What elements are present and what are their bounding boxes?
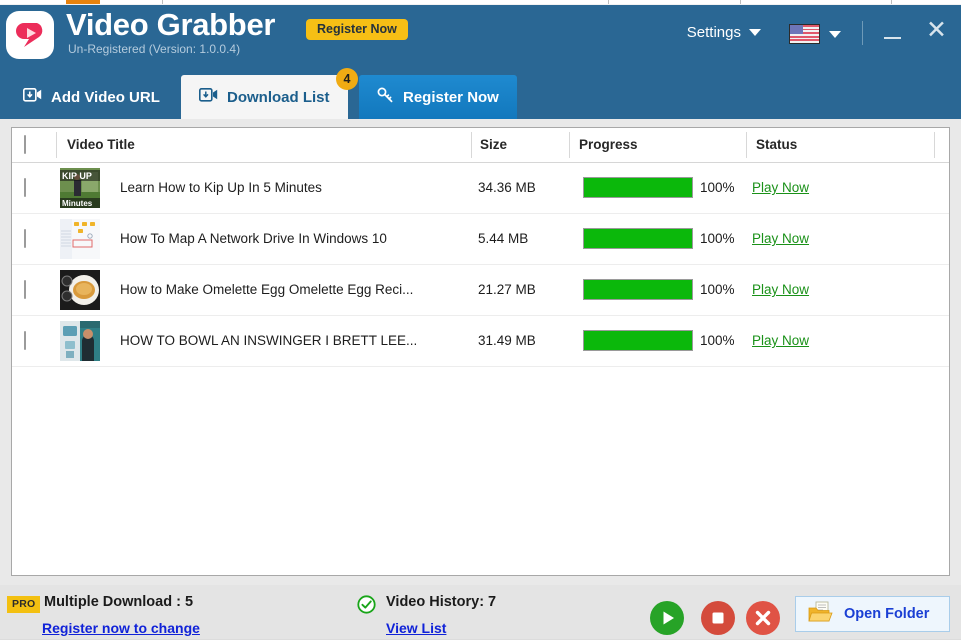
tab-register-now[interactable]: Register Now <box>359 75 517 119</box>
column-header-video-title[interactable]: Video Title <box>67 137 135 152</box>
settings-label: Settings <box>686 24 741 41</box>
strip-accent <box>66 0 100 4</box>
play-now-link[interactable]: Play Now <box>752 282 809 297</box>
pro-badge: PRO <box>7 596 41 613</box>
chevron-down-icon <box>749 29 761 36</box>
tab-label: Add Video URL <box>51 88 160 106</box>
tab-download-list[interactable]: Download List 4 <box>181 68 358 119</box>
download-count-badge: 4 <box>336 68 358 90</box>
multiple-download-label: Multiple Download : 5 <box>44 594 194 610</box>
table-row[interactable]: HOW TO BOWL AN INSWINGER I BRETT LEE... … <box>12 316 949 367</box>
video-history-label: Video History: 7 <box>386 594 497 610</box>
version-label: Un-Registered (Version: 1.0.0.4) <box>68 42 241 56</box>
svg-text:Minutes: Minutes <box>62 199 93 208</box>
video-camera-icon <box>199 88 218 106</box>
tab-bar: Add Video URL Download List 4 Register N… <box>0 68 961 119</box>
tab-add-video-url[interactable]: Add Video URL <box>5 75 178 119</box>
video-size: 31.49 MB <box>478 333 536 348</box>
minimize-icon[interactable] <box>881 22 905 46</box>
video-camera-icon <box>23 88 42 106</box>
header-divider <box>862 21 863 45</box>
column-header-progress[interactable]: Progress <box>579 137 638 152</box>
column-divider <box>934 132 935 158</box>
row-checkbox[interactable] <box>24 178 26 197</box>
play-icon <box>651 602 683 634</box>
open-folder-button[interactable]: Open Folder <box>795 596 950 632</box>
column-header-status[interactable]: Status <box>756 137 797 152</box>
video-title: HOW TO BOWL AN INSWINGER I BRETT LEE... <box>120 333 418 348</box>
stop-button[interactable] <box>701 601 735 635</box>
table-row[interactable]: How To Map A Network Drive In Windows 10… <box>12 214 949 265</box>
bowling-thumbnail-icon <box>60 321 100 361</box>
us-flag-icon <box>789 24 820 44</box>
progress-bar <box>583 228 693 249</box>
app-header: Video Grabber Un-Registered (Version: 1.… <box>0 5 961 68</box>
table-row[interactable]: KIP UP Minutes Learn How to Kip Up In 5 … <box>12 163 949 214</box>
omelette-thumbnail-icon <box>60 270 100 310</box>
status-bar: PRO Multiple Download : 5 Register now t… <box>0 585 961 639</box>
table-row[interactable]: How to Make Omelette Egg Omelette Egg Re… <box>12 265 949 316</box>
strip-segment <box>163 0 609 4</box>
video-size: 34.36 MB <box>478 180 536 195</box>
play-now-link[interactable]: Play Now <box>752 333 809 348</box>
table-header-row: Video Title Size Progress Status <box>12 128 949 163</box>
chevron-down-icon <box>829 30 841 38</box>
language-select-button[interactable] <box>789 24 841 44</box>
progress-label: 100% <box>700 282 735 297</box>
stop-icon <box>702 602 734 634</box>
video-title: How To Map A Network Drive In Windows 10 <box>120 231 387 246</box>
column-divider <box>569 132 570 158</box>
tab-label: Register Now <box>403 88 499 106</box>
video-grabber-logo-icon <box>6 11 54 59</box>
video-size: 5.44 MB <box>478 231 529 246</box>
strip-segment <box>892 0 961 4</box>
video-size: 21.27 MB <box>478 282 536 297</box>
tab-label: Download List <box>227 88 330 106</box>
play-now-link[interactable]: Play Now <box>752 231 809 246</box>
svg-text:KIP UP: KIP UP <box>62 171 92 181</box>
progress-label: 100% <box>700 231 735 246</box>
strip-segment <box>741 0 892 4</box>
column-divider <box>471 132 472 158</box>
kip-up-thumbnail-icon: KIP UP Minutes <box>60 168 100 208</box>
register-now-to-change-link[interactable]: Register now to change <box>42 620 200 636</box>
application-window: Video Grabber Un-Registered (Version: 1.… <box>0 5 961 639</box>
open-folder-icon <box>808 601 834 628</box>
start-button[interactable] <box>650 601 684 635</box>
video-title: How to Make Omelette Egg Omelette Egg Re… <box>120 282 414 297</box>
page-title: Video Grabber <box>66 7 276 42</box>
video-title: Learn How to Kip Up In 5 Minutes <box>120 180 322 195</box>
strip-segment <box>609 0 741 4</box>
row-checkbox[interactable] <box>24 331 26 350</box>
download-list-table: Video Title Size Progress Status KIP UP … <box>11 127 950 576</box>
network-drive-thumbnail-icon <box>60 219 100 259</box>
column-header-size[interactable]: Size <box>480 137 507 152</box>
strip-segment <box>0 0 67 4</box>
settings-menu-button[interactable]: Settings <box>687 24 761 41</box>
close-circle-icon <box>747 602 779 634</box>
row-checkbox[interactable] <box>24 280 26 299</box>
key-icon <box>377 87 394 107</box>
progress-label: 100% <box>700 333 735 348</box>
select-all-checkbox[interactable] <box>24 135 26 154</box>
column-divider <box>746 132 747 158</box>
cancel-button[interactable] <box>746 601 780 635</box>
play-now-link[interactable]: Play Now <box>752 180 809 195</box>
register-now-badge-button[interactable]: Register Now <box>306 19 408 40</box>
progress-bar <box>583 177 693 198</box>
close-icon[interactable]: ✕ <box>926 18 947 43</box>
strip-segment <box>100 0 163 4</box>
check-circle-icon <box>357 595 376 614</box>
open-folder-label: Open Folder <box>844 606 930 622</box>
progress-bar <box>583 279 693 300</box>
column-divider <box>56 132 57 158</box>
main-content: Video Title Size Progress Status KIP UP … <box>0 119 961 585</box>
view-list-link[interactable]: View List <box>386 620 446 636</box>
row-checkbox[interactable] <box>24 229 26 248</box>
progress-label: 100% <box>700 180 735 195</box>
progress-bar <box>583 330 693 351</box>
